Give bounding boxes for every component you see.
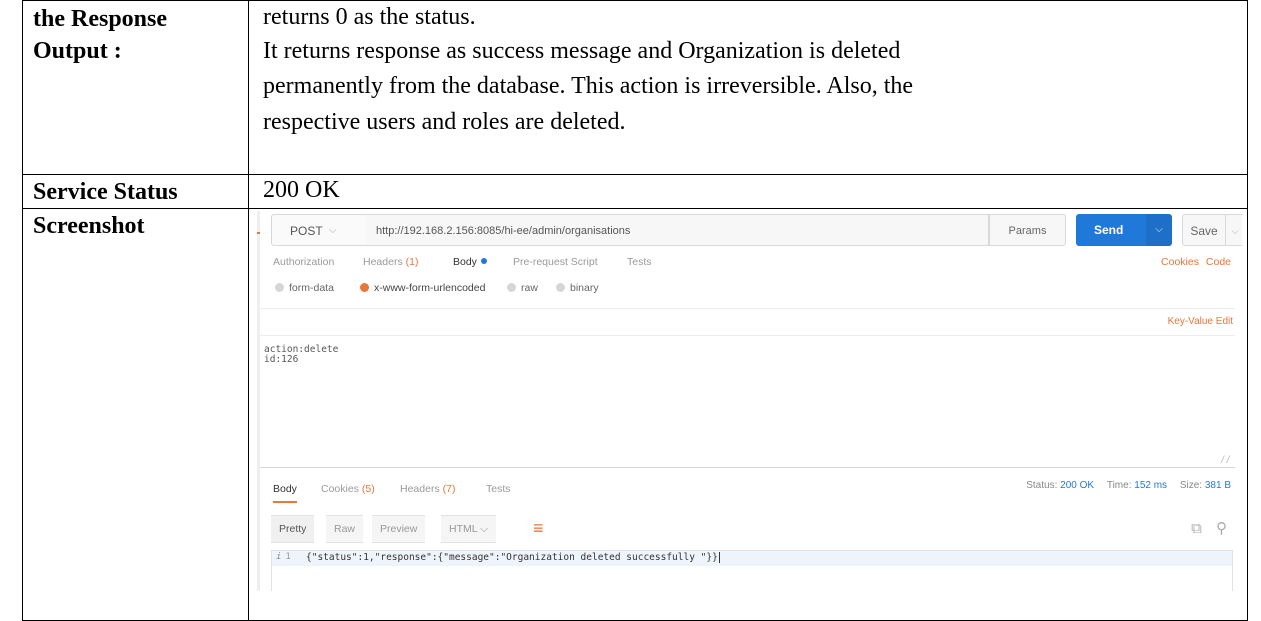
response-tab-cookies[interactable]: Cookies (5) xyxy=(321,483,375,495)
response-tab-body[interactable]: Body xyxy=(273,483,297,503)
radio-form-data[interactable]: form-data xyxy=(275,282,334,294)
screenshot-cell: POST ⌵ http://192.168.2.156:8085/hi-ee/a… xyxy=(248,208,1248,621)
tab-prerequest-script[interactable]: Pre-request Script xyxy=(513,256,598,268)
resize-handle-icon[interactable]: ∕∕ xyxy=(1220,455,1231,465)
chevron-down-icon: ⌵ xyxy=(480,523,489,535)
format-type-label: HTML xyxy=(449,523,478,535)
request-tabs: Authorization Headers (1) Body Pre-reque… xyxy=(271,247,1235,277)
response-output-label: the Response Output : xyxy=(22,0,249,175)
time-value: 152 ms xyxy=(1134,480,1168,491)
text-cursor xyxy=(718,552,720,563)
response-tab-headers-label: Headers xyxy=(400,483,440,495)
save-button[interactable]: Save xyxy=(1182,214,1226,246)
line-gutter: i1 xyxy=(276,552,291,562)
radio-binary[interactable]: binary xyxy=(556,282,599,294)
response-headers-count: (7) xyxy=(442,483,456,495)
tab-tests[interactable]: Tests xyxy=(627,256,652,268)
description-line: It returns response as success message a… xyxy=(263,38,901,64)
send-dropdown-chevron-icon[interactable]: ⌵ xyxy=(1146,214,1172,246)
response-output-description: returns 0 as the status. It returns resp… xyxy=(248,0,1248,175)
service-status-row: Service Status 200 OK xyxy=(22,174,1248,209)
radio-label: binary xyxy=(570,282,599,294)
info-icon: i xyxy=(276,552,282,562)
response-actions: ⧉ ⚲ xyxy=(1181,517,1227,541)
response-divider xyxy=(260,467,1235,468)
description-line: respective users and roles are deleted. xyxy=(263,109,626,135)
body-mode-options: form-data x-www-form-urlencoded raw bina… xyxy=(271,280,1235,302)
document-table: the Response Output : returns 0 as the s… xyxy=(22,0,1248,621)
key-value-bar: Key-Value Edit xyxy=(260,308,1235,336)
url-input[interactable]: http://192.168.2.156:8085/hi-ee/admin/or… xyxy=(366,214,989,246)
response-code: {"status":1,"response":{"message":"Organ… xyxy=(306,552,720,563)
response-tab-tests[interactable]: Tests xyxy=(486,483,511,495)
radio-circle-icon xyxy=(507,282,516,292)
radio-circle-icon xyxy=(275,282,284,292)
body-line: id:126 xyxy=(264,354,299,365)
response-line: i1 {"status":1,"response":{"message":"Or… xyxy=(272,551,1232,566)
request-links: Cookies Code xyxy=(1157,256,1231,268)
pretty-button[interactable]: Pretty xyxy=(271,515,315,543)
radio-x-www-form-urlencoded[interactable]: x-www-form-urlencoded xyxy=(360,282,485,294)
response-meta: Status: 200 OK Time: 152 ms Size: 381 B xyxy=(1026,480,1231,491)
description-line: returns 0 as the status. xyxy=(263,4,476,30)
radio-raw[interactable]: raw xyxy=(507,282,538,294)
search-icon[interactable]: ⚲ xyxy=(1216,520,1227,537)
response-tabs: Body Cookies (5) Headers (7) Tests Statu… xyxy=(271,476,1235,504)
response-json: {"status":1,"response":{"message":"Organ… xyxy=(306,552,718,563)
cookies-count: (5) xyxy=(361,483,375,495)
modified-dot-icon xyxy=(480,258,487,265)
tab-body-label: Body xyxy=(453,256,477,268)
description-line: permanently from the database. This acti… xyxy=(263,73,914,99)
copy-icon[interactable]: ⧉ xyxy=(1191,520,1202,537)
service-status-value: 200 OK xyxy=(248,174,1248,209)
screenshot-label: Screenshot xyxy=(22,208,249,621)
time-label: Time: xyxy=(1106,480,1132,491)
radio-label: raw xyxy=(521,282,538,294)
radio-circle-icon xyxy=(556,282,565,292)
radio-circle-selected-icon xyxy=(360,282,369,292)
status-value: 200 OK xyxy=(1060,480,1095,491)
headers-count: (1) xyxy=(405,256,419,268)
body-line: action:delete xyxy=(264,344,339,355)
size-value: 381 B xyxy=(1204,480,1231,491)
sidebar-active-marker xyxy=(257,232,260,234)
radio-label: x-www-form-urlencoded xyxy=(374,282,486,294)
chevron-down-icon: ⌵ xyxy=(329,225,337,236)
request-url-bar: POST ⌵ http://192.168.2.156:8085/hi-ee/a… xyxy=(271,214,1242,248)
response-output-row: the Response Output : returns 0 as the s… xyxy=(22,0,1248,175)
wrap-lines-icon[interactable]: ≡ xyxy=(533,516,544,540)
request-body-editor[interactable]: action:delete id:126 ∕∕ xyxy=(260,335,1235,467)
raw-button[interactable]: Raw xyxy=(326,515,364,543)
cookies-link[interactable]: Cookies xyxy=(1161,256,1199,268)
tab-headers-label: Headers xyxy=(363,256,403,268)
screenshot-row: Screenshot POST ⌵ http://192.168.2.156:8… xyxy=(22,208,1248,621)
size-label: Size: xyxy=(1179,480,1203,491)
send-button[interactable]: Send xyxy=(1076,214,1146,246)
tab-headers[interactable]: Headers (1) xyxy=(363,256,418,268)
line-number: 1 xyxy=(285,552,291,562)
params-button[interactable]: Params xyxy=(989,214,1066,246)
tab-authorization[interactable]: Authorization xyxy=(273,256,334,268)
status-label: Status: xyxy=(1026,480,1058,491)
method-select[interactable]: POST ⌵ xyxy=(271,214,367,246)
response-tab-headers[interactable]: Headers (7) xyxy=(400,483,455,495)
format-type-select[interactable]: HTML ⌵ xyxy=(441,515,497,543)
response-body[interactable]: i1 {"status":1,"response":{"message":"Or… xyxy=(271,550,1233,591)
response-tab-cookies-label: Cookies xyxy=(321,483,359,495)
postman-screenshot: POST ⌵ http://192.168.2.156:8085/hi-ee/a… xyxy=(257,211,1242,591)
status-value-text: 200 OK xyxy=(263,177,340,203)
save-dropdown-chevron-icon[interactable]: ⌵ xyxy=(1225,214,1242,246)
tab-body[interactable]: Body xyxy=(453,256,487,268)
code-link[interactable]: Code xyxy=(1206,256,1231,268)
key-value-edit-link[interactable]: Key-Value Edit xyxy=(1168,316,1233,327)
method-label: POST xyxy=(290,224,323,238)
radio-label: form-data xyxy=(289,282,334,294)
response-format-bar: Pretty Raw Preview HTML ⌵ ≡ ⧉ ⚲ xyxy=(271,515,1235,543)
preview-button[interactable]: Preview xyxy=(372,515,426,543)
service-status-label: Service Status xyxy=(22,174,249,209)
